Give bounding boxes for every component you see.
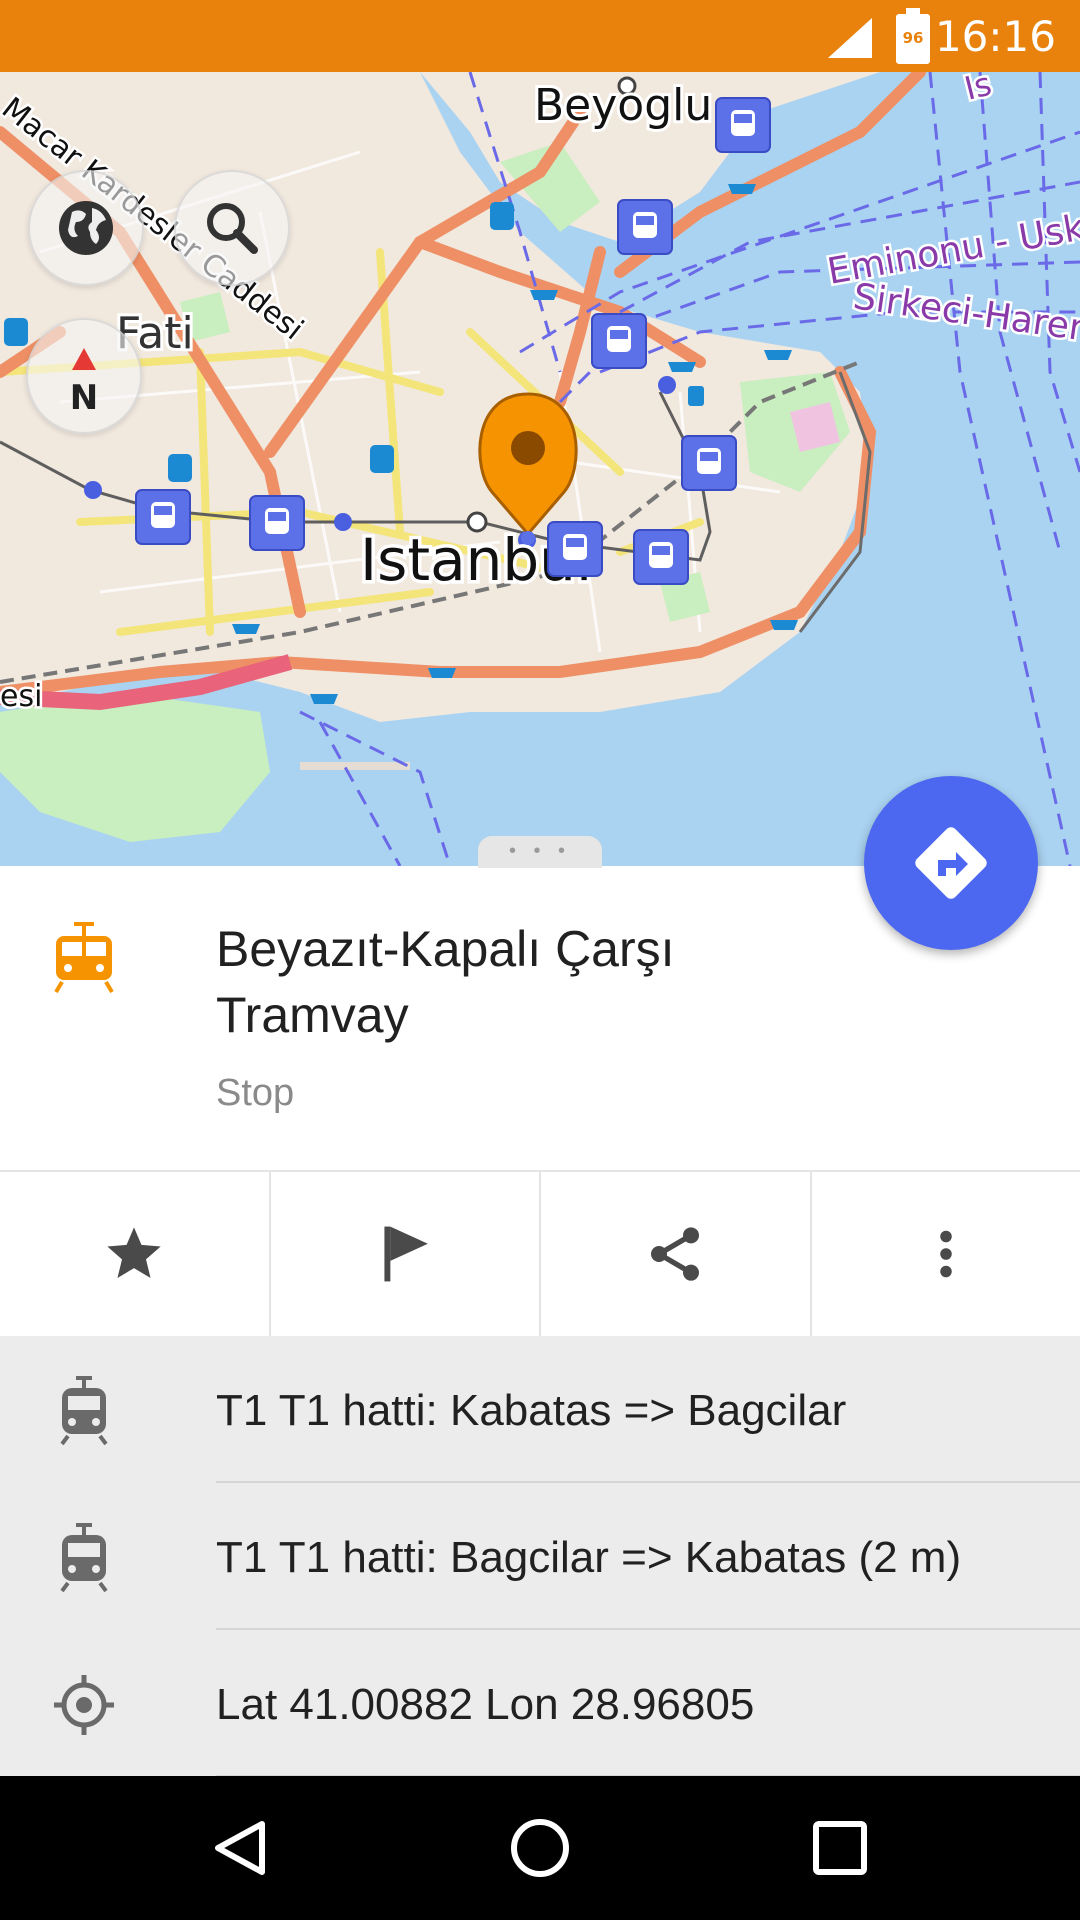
cell-signal-icon (828, 18, 872, 58)
place-type: Stop (216, 1072, 295, 1114)
mark-button[interactable] (271, 1172, 541, 1336)
flag-icon (384, 1226, 428, 1282)
bus-stop-icon (688, 386, 704, 406)
map-label-beyoglu: Beyoglu (534, 80, 712, 131)
compass-button[interactable]: N (26, 318, 142, 434)
tram-route-icon (50, 1376, 118, 1451)
back-button[interactable] (170, 1776, 310, 1920)
place-title: Beyazıt-Kapalı Çarşı Tramvay (216, 921, 675, 1043)
map-layers-button[interactable] (28, 170, 144, 286)
route-text: T1 T1 hatti: Bagcilar => Kabatas (2 m) (216, 1533, 962, 1582)
ferry-icon (428, 668, 456, 678)
more-vert-icon (940, 1230, 952, 1278)
recents-button[interactable] (770, 1776, 910, 1920)
map-view[interactable]: Beyoglu Istanbul Fati Macar Kardesler Ca… (0, 72, 1080, 866)
favorite-button[interactable] (0, 1172, 271, 1336)
share-icon (651, 1227, 700, 1281)
bus-stop-icon (370, 445, 394, 473)
share-button[interactable] (541, 1172, 812, 1336)
status-time: 16:16 (934, 12, 1056, 61)
back-icon (215, 1821, 265, 1875)
home-icon (511, 1819, 569, 1877)
search-icon (207, 203, 258, 254)
bus-stop-icon (4, 318, 28, 346)
list-item-route[interactable]: T1 T1 hatti: Kabatas => Bagcilar (0, 1336, 1080, 1483)
ferry-icon (728, 184, 756, 194)
drag-handle-dots-icon: • • • (508, 840, 572, 862)
battery-icon: 96 (896, 8, 930, 64)
bus-stop-icon (168, 454, 192, 482)
map-canvas[interactable]: Beyoglu Istanbul Fati Macar Kardesler Ca… (0, 72, 1080, 866)
search-button[interactable] (174, 170, 290, 286)
compass-north-label: N (69, 378, 99, 418)
location-icon (50, 1670, 118, 1745)
ferry-icon (310, 694, 338, 704)
more-options-button[interactable] (812, 1172, 1080, 1336)
ferry-icon (764, 350, 792, 360)
ferry-icon (530, 290, 558, 300)
directions-icon (915, 827, 987, 899)
navigation-bar (0, 1776, 1080, 1920)
star-icon (107, 1227, 161, 1278)
recents-icon (813, 1821, 867, 1875)
list-item-coordinates[interactable]: Lat 41.00882 Lon 28.96805 (0, 1630, 1080, 1777)
details-list: T1 T1 hatti: Kabatas => Bagcilar T1 T1 h… (0, 1336, 1080, 1777)
status-bar: 96 16:16 (0, 0, 1080, 72)
list-item-route[interactable]: T1 T1 hatti: Bagcilar => Kabatas (2 m) (0, 1483, 1080, 1630)
tram-route-icon (50, 1523, 118, 1598)
directions-button[interactable] (864, 776, 1038, 950)
battery-level: 96 (902, 29, 924, 47)
ferry-icon (232, 624, 260, 634)
route-text: T1 T1 hatti: Kabatas => Bagcilar (216, 1386, 847, 1435)
ferry-icon (668, 362, 696, 372)
coordinates-text: Lat 41.00882 Lon 28.96805 (216, 1680, 755, 1729)
tram-icon (52, 920, 116, 999)
home-button[interactable] (470, 1776, 610, 1920)
action-bar (0, 1170, 1080, 1338)
map-label-street-left: esi (0, 679, 42, 714)
bus-stop-icon (490, 202, 514, 230)
globe-icon (59, 201, 113, 255)
ferry-icon (770, 620, 798, 630)
drag-handle[interactable]: • • • (478, 836, 602, 868)
